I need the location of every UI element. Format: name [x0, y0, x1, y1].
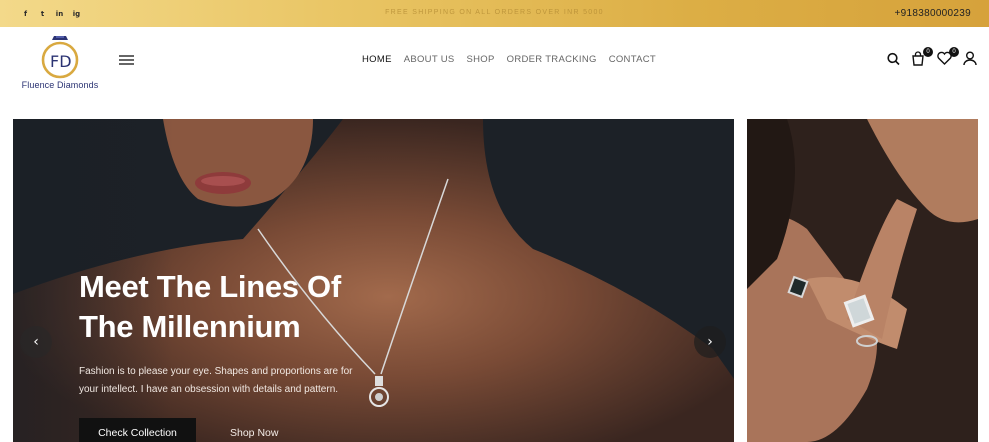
nav-order-tracking[interactable]: ORDER TRACKING: [507, 54, 597, 65]
search-icon[interactable]: [886, 50, 904, 68]
nav-about-us[interactable]: ABOUT US: [404, 54, 455, 65]
hero-title: Meet The Lines Of The Millennium: [79, 269, 341, 344]
shop-now-link[interactable]: Shop Now: [230, 427, 278, 439]
slider-prev-icon[interactable]: ‹: [20, 326, 52, 358]
wishlist-icon[interactable]: 0: [936, 47, 959, 68]
hero-subtitle: Fashion is to please your eye. Shapes an…: [79, 366, 353, 395]
cart-count-badge: 0: [923, 47, 933, 57]
logo-text: Fluence Diamonds: [21, 80, 99, 90]
nav-contact[interactable]: CONTACT: [609, 54, 656, 65]
ring-model-image: [747, 119, 978, 442]
nav-home[interactable]: HOME: [362, 54, 392, 65]
nav-shop[interactable]: SHOP: [467, 54, 495, 65]
account-icon[interactable]: [962, 50, 980, 68]
main-nav: HOME ABOUT US SHOP ORDER TRACKING CONTAC…: [362, 54, 668, 65]
phone-number[interactable]: +918380000239: [895, 8, 971, 19]
hamburger-menu-icon[interactable]: [119, 55, 134, 65]
slider-next-icon[interactable]: ›: [694, 326, 726, 358]
logo-monogram: FD: [50, 52, 72, 71]
cart-icon[interactable]: 0: [910, 47, 933, 68]
check-collection-button[interactable]: Check Collection: [79, 418, 196, 442]
hero-slider: Meet The Lines Of The Millennium Fashion…: [13, 119, 734, 442]
side-banner[interactable]: [747, 119, 978, 442]
top-bar: f t in ig FREE SHIPPING ON ALL ORDERS OV…: [0, 0, 989, 27]
promo-text: FREE SHIPPING ON ALL ORDERS OVER INR 500…: [385, 9, 604, 16]
wishlist-count-badge: 0: [949, 47, 959, 57]
site-logo[interactable]: FD Fluence Diamonds: [18, 30, 102, 94]
logo-mark-icon: FD: [41, 36, 79, 79]
